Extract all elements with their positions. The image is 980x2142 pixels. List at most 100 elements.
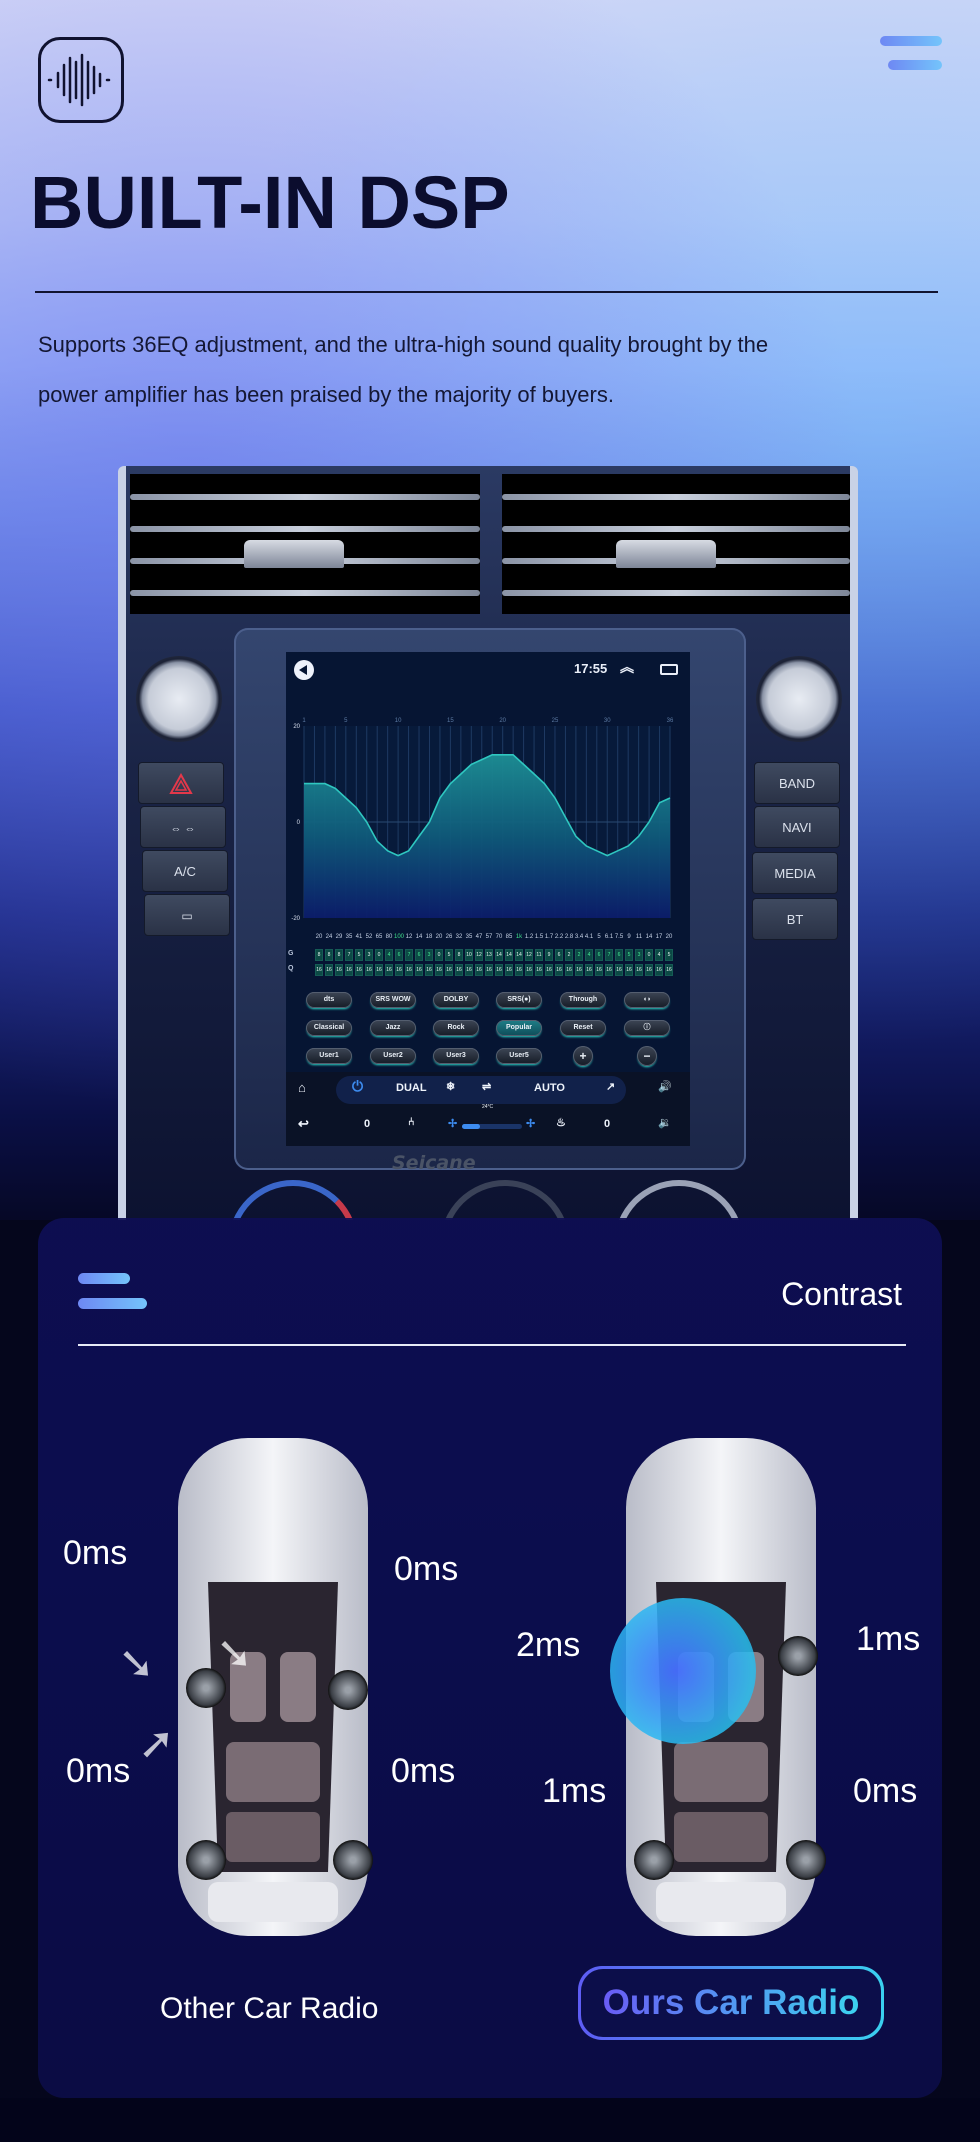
preset-user1[interactable]: User1 [306,1048,352,1064]
recirculation-icon[interactable]: ⇌ [482,1080,491,1093]
eq-q-cell[interactable]: 16 [635,964,643,976]
menu-icon[interactable] [880,36,942,72]
eq-gain-cell[interactable]: 7 [345,949,353,961]
eq-q-cell[interactable]: 16 [415,964,423,976]
preset-user2[interactable]: User2 [370,1048,416,1064]
recent-apps-icon[interactable] [660,664,678,675]
eq-q-cell[interactable]: 16 [565,964,573,976]
back-icon[interactable]: ↩ [298,1116,309,1132]
eq-q-cell[interactable]: 16 [435,964,443,976]
preset-popular[interactable]: Popular [496,1020,542,1036]
fan-high-icon[interactable]: ✢ [526,1117,535,1130]
hazard-button[interactable] [138,762,224,804]
eq-q-cell[interactable]: 16 [405,964,413,976]
eq-gain-cell[interactable]: 14 [515,949,523,961]
eq-gain-cell[interactable]: 3 [635,949,643,961]
dts-button[interactable]: dts [306,992,352,1008]
auto-button[interactable]: AUTO [534,1082,565,1094]
media-button[interactable]: MEDIA [752,852,838,894]
eq-q-cell[interactable]: 16 [355,964,363,976]
eq-q-cell[interactable]: 16 [625,964,633,976]
volume-down-icon[interactable]: 🔉 [658,1116,672,1129]
eq-gain-cell[interactable]: 6 [395,949,403,961]
eq-q-cell[interactable]: 16 [665,964,673,976]
double-chevron-up-icon[interactable]: ︽ [620,657,634,677]
seat-heat-icon[interactable]: ♨ [556,1116,566,1129]
eq-q-cell[interactable]: 16 [525,964,533,976]
eq-q-cell[interactable]: 16 [535,964,543,976]
eq-q-cell[interactable]: 16 [585,964,593,976]
rear-defrost-button[interactable]: ▭ [144,894,230,936]
through-button[interactable]: Through [560,992,606,1008]
ours-car-radio-button[interactable]: Ours Car Radio [578,1966,884,2040]
eq-q-cell[interactable]: 16 [655,964,663,976]
eq-gain-cell[interactable]: 6 [415,949,423,961]
eq-gain-cell[interactable]: 10 [465,949,473,961]
minus-button[interactable]: − [637,1046,657,1066]
fan-low-icon[interactable]: ✢ [448,1117,457,1130]
volume-icon[interactable] [294,660,314,680]
seat-icon[interactable]: ⑃ [408,1116,415,1128]
eq-q-cell[interactable]: 16 [365,964,373,976]
eq-gain-cell[interactable]: 13 [485,949,493,961]
eq-q-cell[interactable]: 16 [315,964,323,976]
eq-gain-cell[interactable]: 12 [475,949,483,961]
eq-q-cell[interactable]: 16 [615,964,623,976]
preset-classical[interactable]: Classical [306,1020,352,1036]
home-icon[interactable]: ⌂ [298,1080,306,1095]
eq-gain-cell[interactable]: 3 [425,949,433,961]
eq-q-cell[interactable]: 16 [645,964,653,976]
eq-q-cell[interactable]: 16 [595,964,603,976]
volume-knob[interactable] [136,656,222,742]
eq-gain-cell[interactable]: 5 [355,949,363,961]
eq-q-cell[interactable]: 16 [485,964,493,976]
info-button[interactable]: ⓘ [624,1020,670,1036]
eq-q-cell[interactable]: 16 [545,964,553,976]
eq-gain-cell[interactable]: 0 [435,949,443,961]
srs-wow-button[interactable]: SRS WOW [370,992,416,1008]
eq-q-cell[interactable]: 16 [555,964,563,976]
tune-knob[interactable] [756,656,842,742]
eq-q-cell[interactable]: 16 [375,964,383,976]
eq-q-cell[interactable]: 16 [345,964,353,976]
band-button[interactable]: BAND [754,762,840,804]
dual-button[interactable]: DUAL [396,1082,427,1094]
eq-q-cell[interactable]: 16 [465,964,473,976]
airflow-icon[interactable]: ↗ [606,1080,615,1093]
eq-q-cell[interactable]: 16 [575,964,583,976]
srs-button[interactable]: SRS(●) [496,992,542,1008]
preset-user5[interactable]: User5 [496,1048,542,1064]
eq-gain-cell[interactable]: 6 [595,949,603,961]
eq-gain-cell[interactable]: 11 [535,949,543,961]
lock-unlock-button[interactable]: ⇔ ⇔ [140,806,226,848]
eq-gain-cell[interactable]: 4 [585,949,593,961]
eq-gain-cell[interactable]: 5 [625,949,633,961]
eq-gain-cell[interactable]: 6 [615,949,623,961]
balance-button[interactable]: ◖◗ [624,992,670,1008]
ac-button[interactable]: A/C [142,850,228,892]
plus-button[interactable]: + [573,1046,593,1066]
eq-gain-cell[interactable]: 0 [375,949,383,961]
fan-slider[interactable] [462,1124,522,1129]
eq-q-cell[interactable]: 16 [335,964,343,976]
eq-q-cell[interactable]: 16 [505,964,513,976]
eq-gain-cell[interactable]: 8 [315,949,323,961]
navi-button[interactable]: NAVI [754,806,840,848]
eq-gain-cell[interactable]: 5 [665,949,673,961]
eq-gain-cell[interactable]: 8 [455,949,463,961]
eq-gain-cell[interactable]: 3 [365,949,373,961]
eq-gain-cell[interactable]: 14 [495,949,503,961]
eq-q-cell[interactable]: 16 [395,964,403,976]
eq-gain-cell[interactable]: 4 [655,949,663,961]
menu-icon[interactable] [78,1273,150,1309]
preset-jazz[interactable]: Jazz [370,1020,416,1036]
eq-gain-cell[interactable]: 12 [525,949,533,961]
eq-gain-cell[interactable]: 2 [565,949,573,961]
eq-q-cell[interactable]: 16 [445,964,453,976]
volume-up-icon[interactable]: 🔊 [658,1080,672,1093]
eq-gain-cell[interactable]: 7 [605,949,613,961]
eq-q-cell[interactable]: 16 [425,964,433,976]
eq-gain-cell[interactable]: 6 [555,949,563,961]
eq-q-cell[interactable]: 16 [455,964,463,976]
eq-q-cell[interactable]: 16 [495,964,503,976]
